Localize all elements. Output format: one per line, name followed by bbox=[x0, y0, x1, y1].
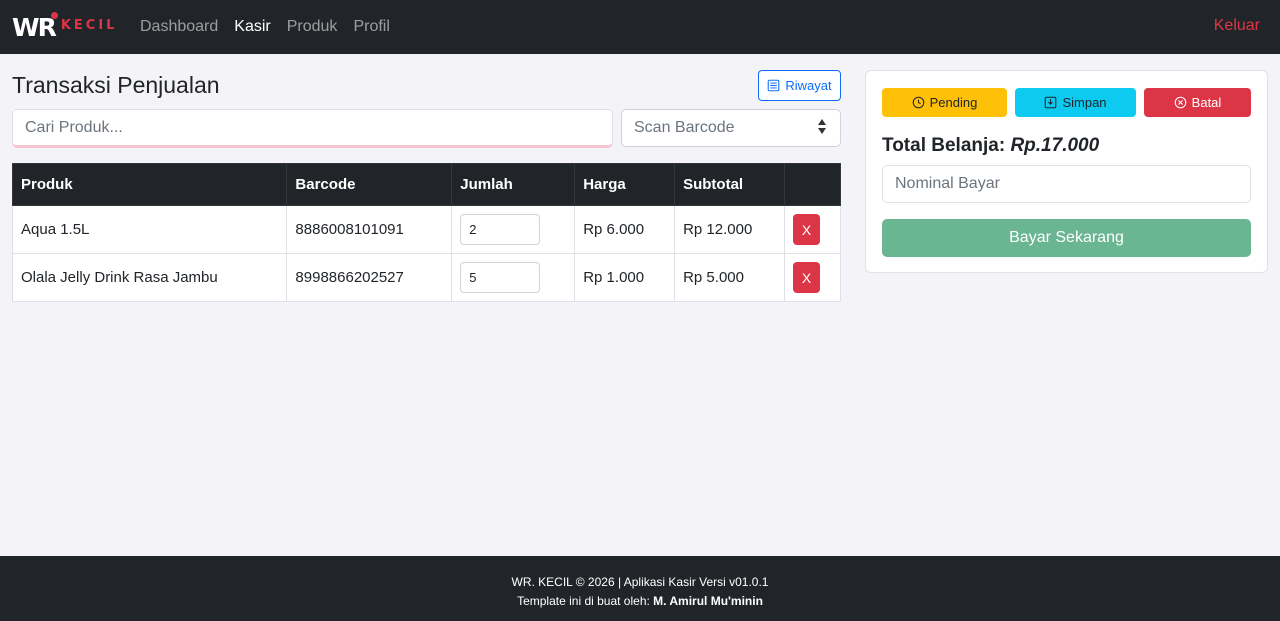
table-header-row: Produk Barcode Jumlah Harga Subtotal bbox=[11, 163, 841, 206]
scan-barcode-placeholder: Scan Barcode bbox=[634, 119, 735, 136]
navbar: WR KECIL Dashboard Kasir Produk Profil K… bbox=[0, 0, 1280, 54]
quantity-input[interactable] bbox=[460, 262, 541, 293]
nav-links: Dashboard Kasir Produk Profil bbox=[140, 0, 390, 54]
payment-card: Pending Simpan Batal Total Belanja: Rp.1… bbox=[865, 70, 1268, 273]
cell-subtotal: Rp 12.000 bbox=[674, 205, 785, 254]
total-belanja: Total Belanja: Rp.17.000 bbox=[882, 135, 1099, 157]
footer-copyright: WR. KECIL © 2026 | Aplikasi Kasir Versi … bbox=[511, 575, 769, 589]
col-produk: Produk bbox=[11, 163, 288, 206]
scan-barcode-input[interactable]: Scan Barcode bbox=[621, 109, 841, 147]
pending-button[interactable]: Pending bbox=[882, 88, 1007, 117]
batal-button[interactable]: Batal bbox=[1144, 88, 1251, 117]
footer-author: M. Amirul Mu'minin bbox=[653, 594, 763, 608]
list-icon bbox=[767, 79, 780, 92]
total-label: Total Belanja: bbox=[882, 135, 1006, 156]
col-barcode: Barcode bbox=[286, 163, 453, 206]
cell-action: X bbox=[784, 253, 841, 302]
col-jumlah: Jumlah bbox=[451, 163, 576, 206]
cell-produk: Olala Jelly Drink Rasa Jambu bbox=[11, 253, 288, 302]
table-row: Olala Jelly Drink Rasa Jambu 89988662025… bbox=[11, 253, 841, 302]
quantity-input[interactable] bbox=[460, 214, 541, 245]
page-title: Transaksi Penjualan bbox=[12, 72, 220, 98]
cell-harga: Rp 1.000 bbox=[574, 253, 676, 302]
cell-jumlah bbox=[451, 253, 576, 302]
cart-table: Produk Barcode Jumlah Harga Subtotal Aqu… bbox=[11, 163, 841, 302]
total-value: Rp.17.000 bbox=[1010, 135, 1100, 156]
logout-link[interactable]: Keluar bbox=[1214, 17, 1260, 35]
table-row: Aqua 1.5L 8886008101091 Rp 6.000 Rp 12.0… bbox=[11, 205, 841, 254]
col-action bbox=[784, 163, 841, 206]
footer-credit-prefix: Template ini di buat oleh: bbox=[517, 594, 650, 608]
delete-item-button[interactable]: X bbox=[793, 262, 820, 293]
cell-barcode: 8998866202527 bbox=[286, 253, 453, 302]
nav-item-profil[interactable]: Profil bbox=[353, 18, 389, 36]
save-icon bbox=[1044, 96, 1057, 109]
cell-action: X bbox=[784, 205, 841, 254]
cell-harga: Rp 6.000 bbox=[574, 205, 676, 254]
spinner-icon[interactable] bbox=[818, 119, 826, 134]
nominal-bayar-input[interactable] bbox=[882, 165, 1251, 203]
brand-dot bbox=[51, 12, 58, 19]
cell-barcode: 8886008101091 bbox=[286, 205, 453, 254]
clock-icon bbox=[912, 96, 925, 109]
nav-item-produk[interactable]: Produk bbox=[287, 18, 338, 36]
brand-kecil: KECIL bbox=[60, 18, 118, 33]
brand-wr: WR bbox=[12, 12, 57, 42]
simpan-button[interactable]: Simpan bbox=[1015, 88, 1136, 117]
riwayat-button[interactable]: Riwayat bbox=[758, 70, 841, 101]
simpan-label: Simpan bbox=[1062, 95, 1107, 110]
footer: WR. KECIL © 2026 | Aplikasi Kasir Versi … bbox=[0, 556, 1280, 621]
nav-item-kasir[interactable]: Kasir bbox=[234, 18, 270, 36]
col-harga: Harga bbox=[574, 163, 676, 206]
search-product-input[interactable] bbox=[12, 109, 613, 148]
col-subtotal: Subtotal bbox=[674, 163, 785, 206]
riwayat-label: Riwayat bbox=[785, 78, 832, 93]
bayar-sekarang-button[interactable]: Bayar Sekarang bbox=[882, 219, 1251, 257]
cell-produk: Aqua 1.5L bbox=[11, 205, 288, 254]
delete-item-button[interactable]: X bbox=[793, 214, 820, 245]
brand-logo[interactable]: WR KECIL bbox=[12, 12, 117, 42]
cell-subtotal: Rp 5.000 bbox=[674, 253, 785, 302]
pending-label: Pending bbox=[929, 95, 978, 110]
batal-label: Batal bbox=[1191, 95, 1222, 110]
footer-credit: Template ini di buat oleh: M. Amirul Mu'… bbox=[0, 592, 1280, 611]
cell-jumlah bbox=[451, 205, 576, 254]
cancel-circle-icon bbox=[1174, 96, 1187, 109]
nav-item-dashboard[interactable]: Dashboard bbox=[140, 18, 218, 36]
